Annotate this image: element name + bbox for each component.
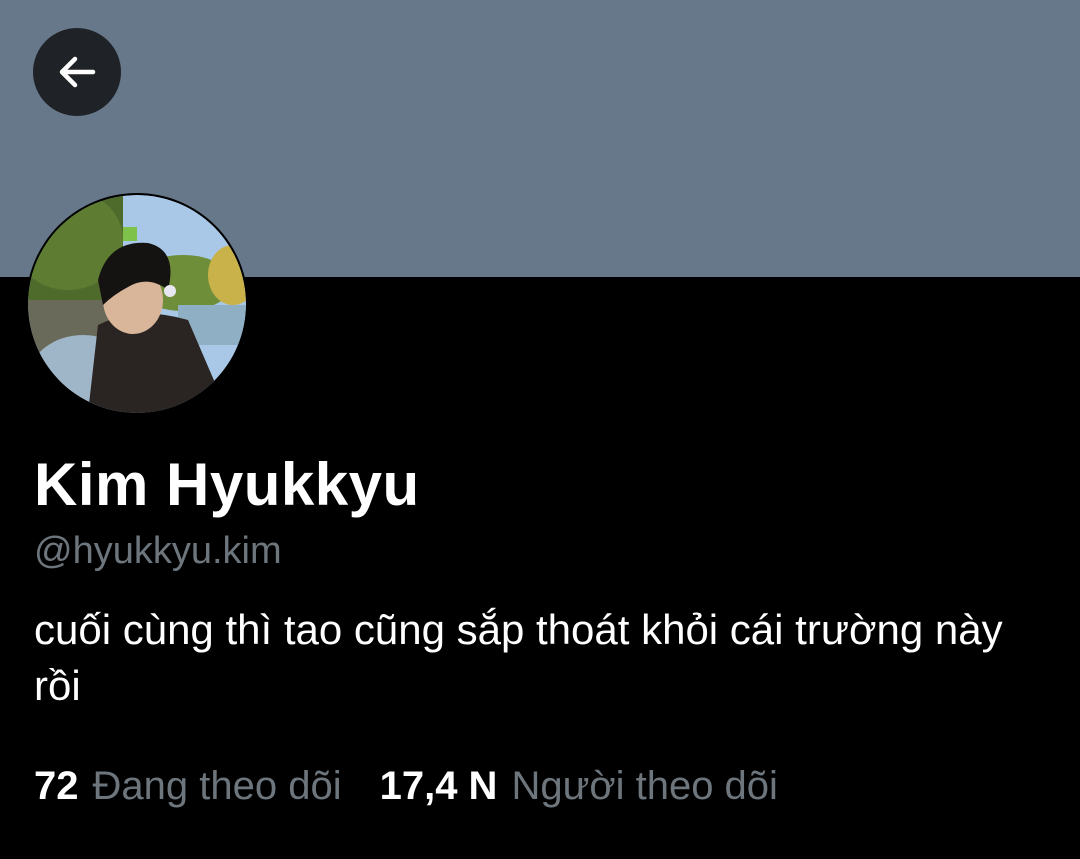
- followers-stat[interactable]: 17,4 N Người theo dõi: [380, 764, 778, 809]
- profile-page: Kim Hyukkyu @hyukkyu.kim cuối cùng thì t…: [0, 0, 1080, 859]
- arrow-left-icon: [59, 56, 96, 88]
- followers-count: 17,4 N: [379, 764, 498, 808]
- followers-label: Người theo dõi: [511, 764, 778, 808]
- back-button[interactable]: [33, 28, 121, 116]
- avatar: [28, 195, 246, 413]
- following-stat[interactable]: 72 Đang theo dõi: [34, 764, 342, 809]
- display-name: Kim Hyukkyu: [34, 451, 420, 518]
- avatar-container[interactable]: [26, 193, 248, 415]
- following-label: Đang theo dõi: [92, 764, 342, 808]
- profile-bio: cuối cùng thì tao cũng sắp thoát khỏi cá…: [34, 606, 1003, 709]
- profile-handle: @hyukkyu.kim: [34, 530, 282, 572]
- following-count: 72: [34, 764, 79, 808]
- profile-stats: 72 Đang theo dõi 17,4 N Người theo dõi: [34, 764, 778, 809]
